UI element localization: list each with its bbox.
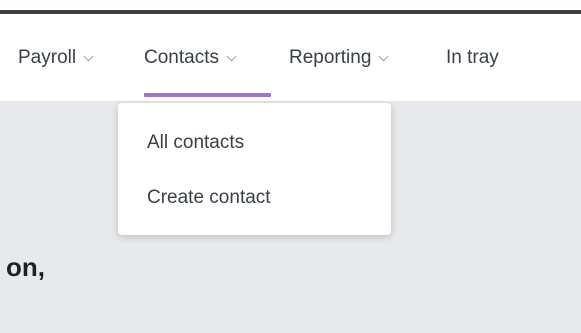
chevron-down-icon (378, 51, 389, 61)
nav-item-in-tray[interactable]: In tray (446, 41, 499, 75)
nav-item-payroll[interactable]: Payroll (18, 41, 94, 75)
contacts-dropdown-menu: All contacts Create contact (118, 103, 391, 235)
nav-item-in-tray-label: In tray (446, 47, 499, 68)
nav-item-contacts[interactable]: Contacts (144, 41, 271, 97)
menu-item-all-contacts[interactable]: All contacts (118, 123, 391, 163)
nav-item-payroll-label: Payroll (18, 47, 77, 68)
top-bar-border (0, 10, 581, 14)
active-tab-indicator (144, 93, 271, 97)
nav-item-reporting-label: Reporting (289, 47, 372, 68)
main-navigation: Payroll Contacts Reporting In tray (0, 15, 581, 101)
chevron-down-icon (226, 51, 237, 61)
menu-item-create-contact[interactable]: Create contact (118, 178, 391, 218)
top-bar (0, 0, 581, 15)
greeting-text: on, (6, 252, 45, 282)
nav-item-contacts-label: Contacts (144, 47, 219, 68)
nav-item-reporting[interactable]: Reporting (289, 41, 389, 75)
chevron-down-icon (83, 51, 94, 61)
